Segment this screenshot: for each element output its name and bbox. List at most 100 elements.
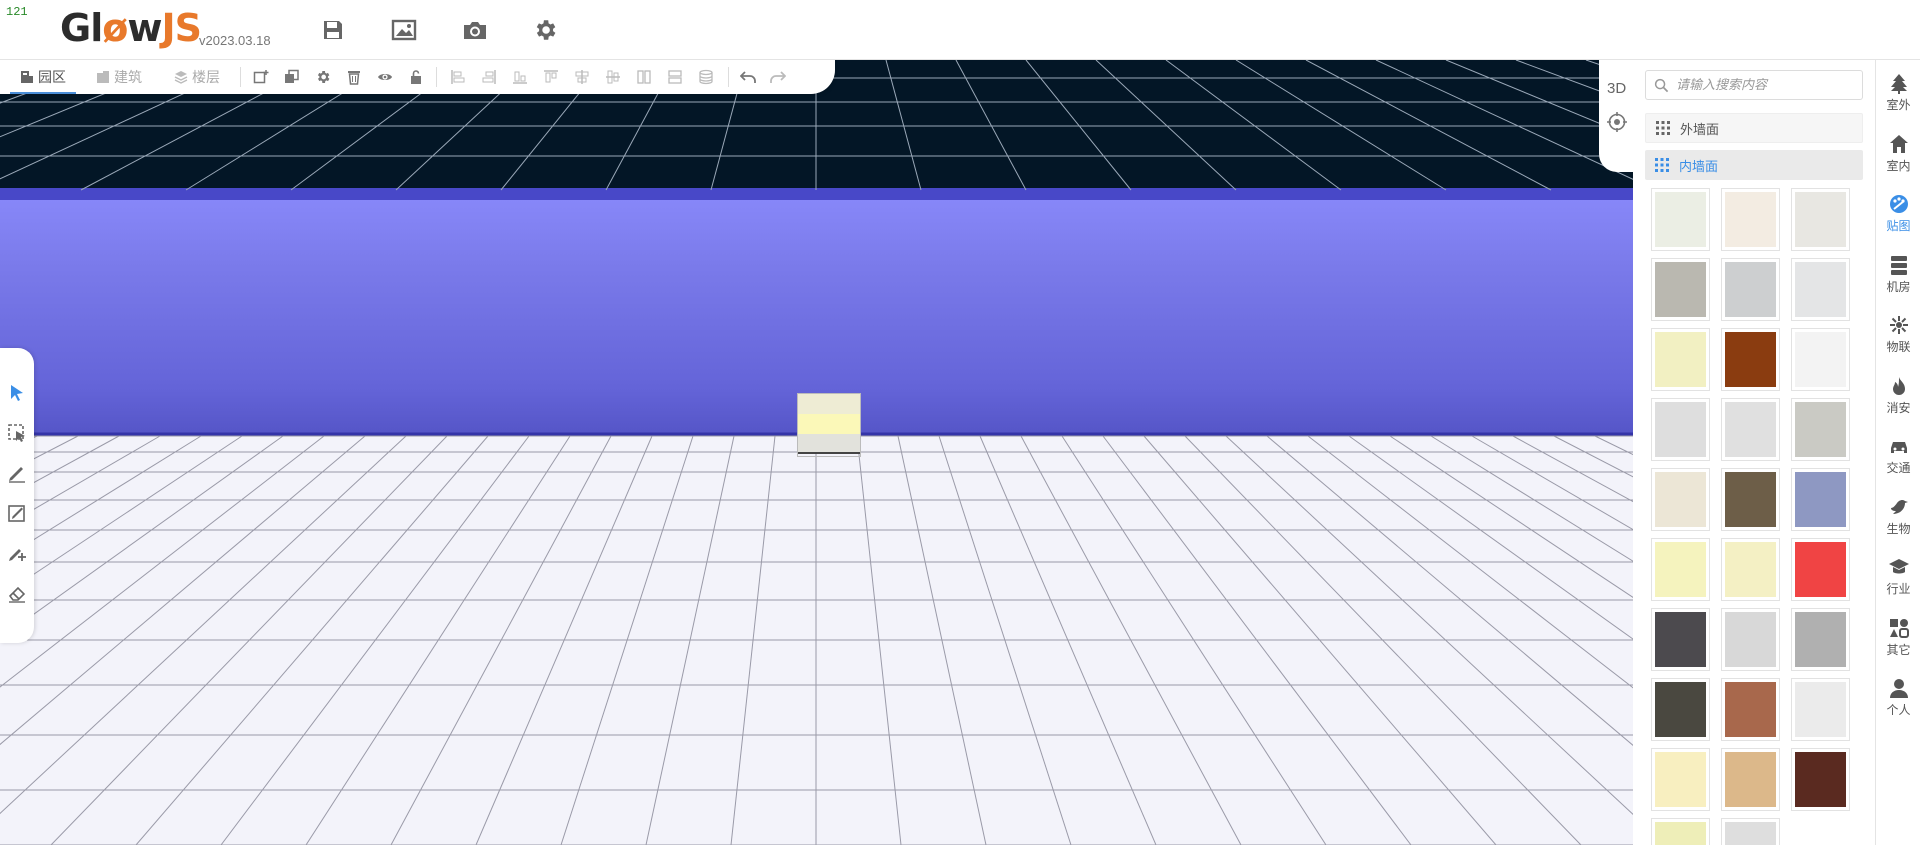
tab-floor[interactable]: 楼层 (174, 66, 220, 88)
settings-icon[interactable] (531, 16, 559, 44)
texture-swatch[interactable] (1791, 468, 1850, 531)
add-point-icon[interactable] (7, 543, 27, 563)
search-input[interactable] (1676, 71, 1856, 99)
align-center-h-icon[interactable] (605, 69, 621, 85)
rail-item-10[interactable]: 其它 (1876, 609, 1920, 665)
category-interior-wall[interactable]: 内墙面 (1645, 150, 1863, 180)
rail-item-6[interactable]: 消安 (1876, 367, 1920, 423)
texture-swatch[interactable] (1791, 328, 1850, 391)
texture-swatch[interactable] (1721, 258, 1780, 321)
eraser-icon[interactable] (7, 583, 27, 603)
rail-item-11[interactable]: 个人 (1876, 669, 1920, 725)
home-icon (1889, 134, 1908, 153)
align-right-icon[interactable] (481, 69, 497, 85)
unlock-icon[interactable] (408, 69, 424, 85)
add-object-icon[interactable] (253, 69, 269, 85)
texture-swatch[interactable] (1791, 748, 1850, 811)
building-icon (97, 71, 109, 83)
camera-icon[interactable] (461, 16, 489, 44)
texture-swatch[interactable] (1791, 678, 1850, 741)
align-center-v-icon[interactable] (574, 69, 590, 85)
texture-preview (1725, 542, 1776, 597)
rail-item-9[interactable]: 行业 (1876, 548, 1920, 604)
gear-icon[interactable] (315, 69, 331, 85)
texture-swatch[interactable] (1721, 188, 1780, 251)
texture-swatch[interactable] (1651, 818, 1710, 845)
texture-swatch[interactable] (1791, 538, 1850, 601)
rail-item-1[interactable]: 室外 (1876, 64, 1920, 120)
shapes-icon (1889, 618, 1909, 638)
draw-area-icon[interactable] (7, 503, 27, 523)
category-exterior-wall[interactable]: 外墙面 (1645, 113, 1863, 143)
graduation-cap-icon (1888, 559, 1909, 574)
rail-item-7[interactable]: 交通 (1876, 427, 1920, 483)
texture-swatch[interactable] (1721, 678, 1780, 741)
draw-line-icon[interactable] (7, 463, 27, 483)
tab-building[interactable]: 建筑 (96, 66, 142, 88)
tab-campus[interactable]: 园区 (10, 66, 76, 94)
texture-swatch[interactable] (1791, 258, 1850, 321)
texture-swatch[interactable] (1651, 608, 1710, 671)
select-pointer-icon[interactable] (7, 383, 27, 403)
palette-icon (1889, 195, 1908, 213)
sky-grid-line (1305, 60, 1552, 191)
rail-item-4[interactable]: 机房 (1876, 246, 1920, 302)
edit-toolbar: 园区 建筑 楼层 (0, 60, 835, 94)
view-3d-toggle[interactable]: 3D (1607, 80, 1626, 97)
rail-item-5[interactable]: 物联 (1876, 306, 1920, 362)
search-icon (1654, 78, 1669, 93)
rail-item-8[interactable]: 生物 (1876, 488, 1920, 544)
align-bottom-left-icon[interactable] (512, 69, 528, 85)
undo-icon[interactable] (740, 69, 756, 85)
texture-swatch[interactable] (1791, 188, 1850, 251)
wall-panel-object[interactable] (797, 393, 861, 457)
texture-preview (1725, 262, 1776, 317)
redo-icon[interactable] (770, 69, 786, 85)
compass-icon[interactable] (1607, 112, 1627, 132)
texture-preview (1655, 822, 1706, 845)
align-bottom-right-icon[interactable] (543, 69, 559, 85)
image-icon[interactable] (390, 16, 418, 44)
distribute-v-icon[interactable] (667, 69, 683, 85)
rail-item-label: 室外 (1886, 98, 1911, 112)
texture-swatch[interactable] (1721, 328, 1780, 391)
texture-swatch[interactable] (1791, 398, 1850, 461)
texture-swatch[interactable] (1651, 398, 1710, 461)
texture-swatch[interactable] (1651, 258, 1710, 321)
texture-swatch[interactable] (1651, 538, 1710, 601)
align-left-icon[interactable] (450, 69, 466, 85)
texture-preview (1795, 682, 1846, 737)
texture-swatch[interactable] (1721, 748, 1780, 811)
texture-swatch[interactable] (1651, 748, 1710, 811)
texture-swatch[interactable] (1791, 608, 1850, 671)
save-icon[interactable] (319, 16, 347, 44)
bird-icon (1890, 499, 1908, 514)
texture-preview (1725, 612, 1776, 667)
sky-grid-line (1235, 60, 1447, 191)
texture-swatch[interactable] (1651, 328, 1710, 391)
texture-preview (1795, 192, 1846, 247)
texture-preview (1655, 192, 1706, 247)
texture-swatch[interactable] (1721, 608, 1780, 671)
box-select-icon[interactable] (7, 423, 27, 443)
texture-swatch[interactable] (1721, 538, 1780, 601)
texture-swatch[interactable] (1721, 468, 1780, 531)
rail-item-label: 机房 (1886, 279, 1911, 294)
texture-swatch[interactable] (1651, 188, 1710, 251)
distribute-h-icon[interactable] (636, 69, 652, 85)
texture-swatch[interactable] (1721, 818, 1780, 845)
copy-icon[interactable] (284, 69, 300, 85)
rail-item-3[interactable]: 贴图 (1876, 185, 1920, 241)
rail-item-2[interactable]: 室内 (1876, 125, 1920, 181)
layers-icon[interactable] (698, 69, 714, 85)
texture-preview (1795, 332, 1846, 387)
texture-preview (1795, 402, 1846, 457)
visibility-icon[interactable] (377, 69, 393, 85)
texture-preview (1725, 402, 1776, 457)
texture-swatch[interactable] (1721, 398, 1780, 461)
delete-icon[interactable] (346, 69, 362, 85)
3d-viewport[interactable] (0, 60, 1633, 845)
texture-swatch[interactable] (1651, 468, 1710, 531)
version-label: v2023.03.18 (199, 33, 271, 48)
texture-swatch[interactable] (1651, 678, 1710, 741)
